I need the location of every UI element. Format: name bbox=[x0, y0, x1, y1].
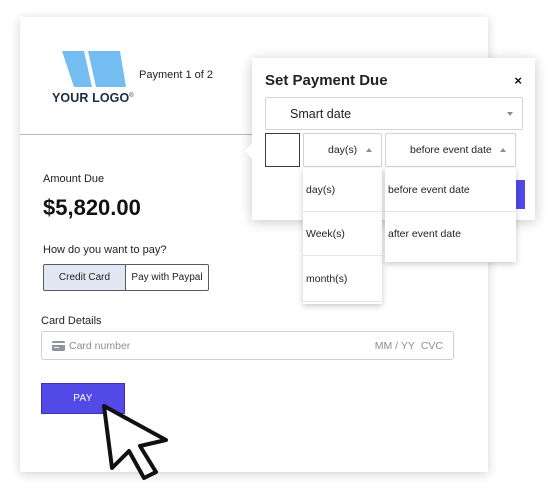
dialog-pointer bbox=[244, 143, 252, 159]
pointer-cursor-icon bbox=[102, 404, 168, 480]
relation-option-after[interactable]: after event date bbox=[385, 212, 516, 256]
time-unit-value: day(s) bbox=[328, 144, 358, 156]
time-unit-select[interactable]: day(s) bbox=[303, 133, 382, 167]
chevron-down-icon bbox=[507, 112, 513, 116]
cvc-placeholder: CVC bbox=[420, 339, 443, 352]
card-number-input[interactable]: Card number MM / YY CVC bbox=[41, 331, 454, 360]
relation-option-before[interactable]: before event date bbox=[385, 168, 516, 212]
unit-option-weeks[interactable]: Week(s) bbox=[303, 212, 382, 256]
card-number-placeholder: Card number bbox=[69, 339, 131, 352]
payment-step: Payment 1 of 2 bbox=[139, 69, 213, 81]
time-unit-dropdown: day(s) Week(s) month(s) bbox=[303, 168, 382, 304]
unit-option-months[interactable]: month(s) bbox=[303, 256, 382, 302]
amount-due-value: $5,820.00 bbox=[43, 195, 141, 220]
paypal-button[interactable]: Pay with Paypal bbox=[126, 264, 209, 291]
smart-date-select[interactable]: Smart date bbox=[265, 97, 523, 130]
expiry-placeholder: MM / YY bbox=[374, 339, 415, 352]
chevron-up-icon bbox=[500, 148, 506, 152]
amount-due-label: Amount Due bbox=[43, 173, 105, 185]
relation-dropdown: before event date after event date bbox=[385, 168, 516, 262]
chevron-up-icon bbox=[366, 148, 372, 152]
payment-method-toggle: Credit Card Pay with Paypal bbox=[43, 264, 209, 291]
unit-option-days[interactable]: day(s) bbox=[303, 168, 382, 212]
dialog-title: Set Payment Due bbox=[265, 72, 388, 89]
relation-select[interactable]: before event date bbox=[385, 133, 516, 167]
close-icon[interactable]: × bbox=[514, 73, 522, 88]
smart-date-value: Smart date bbox=[290, 106, 352, 121]
logo-shape-icon bbox=[62, 51, 126, 87]
company-logo: YOUR LOGO® bbox=[52, 51, 134, 107]
payment-method-question: How do you want to pay? bbox=[43, 244, 167, 256]
logo-text: YOUR LOGO® bbox=[52, 91, 134, 105]
credit-card-icon bbox=[52, 340, 65, 351]
relation-value: before event date bbox=[410, 144, 492, 156]
card-details-label: Card Details bbox=[41, 315, 102, 327]
due-number-input[interactable] bbox=[265, 133, 300, 167]
credit-card-button[interactable]: Credit Card bbox=[43, 264, 126, 291]
